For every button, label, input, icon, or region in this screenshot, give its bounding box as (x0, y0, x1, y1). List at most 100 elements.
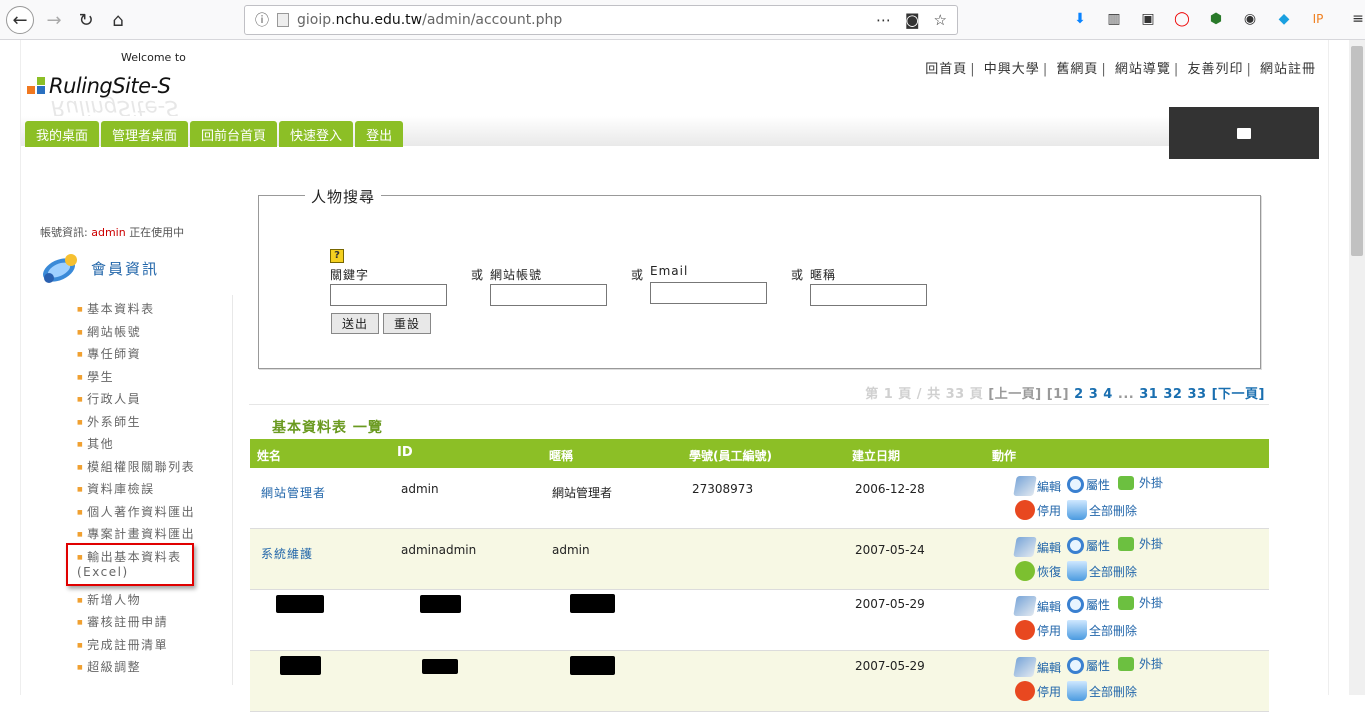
menu-quick-login[interactable]: 快速登入 (279, 121, 354, 147)
page-links[interactable]: 2 3 4 (1074, 387, 1113, 402)
properties-button[interactable]: 屬性 (1067, 476, 1110, 493)
properties-button[interactable]: 屬性 (1067, 657, 1110, 674)
pager-divider (249, 404, 1269, 405)
delete-all-button[interactable]: 全部刪除 (1067, 620, 1137, 640)
help-icon[interactable]: ? (330, 249, 344, 263)
top-link-print[interactable]: 友善列印 (1187, 62, 1243, 77)
page-scrollbar[interactable] (1349, 40, 1365, 695)
sidebar-item-super-adjust[interactable]: 超級調整 (77, 660, 195, 683)
sidebar-item-db-check[interactable]: 資料庫檢誤 (77, 482, 195, 505)
menu-admin-desktop[interactable]: 管理者桌面 (101, 121, 189, 147)
reset-button[interactable]: 重設 (383, 313, 432, 334)
sidebar-item-faculty[interactable]: 專任師資 (77, 347, 195, 370)
bookmark-star-icon[interactable]: ☆ (934, 11, 947, 29)
logo-text: RulingSite-S (49, 74, 171, 98)
ip-icon[interactable]: IP (1308, 9, 1328, 29)
nickname-input[interactable] (810, 284, 927, 306)
edit-button[interactable]: 編輯 (1013, 596, 1061, 616)
download-icon[interactable]: ⬇ (1070, 9, 1090, 29)
account-input[interactable] (490, 284, 607, 306)
sidebar-item-basic-table[interactable]: 基本資料表 (77, 302, 195, 325)
plugin-button[interactable]: 外掛 (1118, 594, 1163, 611)
info-icon[interactable]: ⓘ (255, 10, 269, 30)
restore-button[interactable]: 恢復 (1015, 561, 1061, 581)
delete-all-button[interactable]: 全部刪除 (1067, 561, 1137, 581)
edit-icon (1013, 596, 1037, 616)
row-id: adminadmin (401, 543, 477, 557)
sidebar-item-site-accounts[interactable]: 網站帳號 (77, 325, 195, 348)
pocket-icon[interactable]: ◙ (905, 11, 920, 29)
vpn-icon[interactable]: ◆ (1274, 9, 1294, 29)
sidebar-item-external[interactable]: 外系師生 (77, 415, 195, 438)
sidebar-item-publications-export[interactable]: 個人著作資料匯出 (77, 505, 195, 528)
page-links-tail[interactable]: 31 32 33 (1139, 387, 1206, 402)
email-label: Email (650, 264, 689, 278)
col-student-id[interactable]: 學號(員工編號) (689, 447, 772, 464)
extension-icon[interactable]: ◉ (1240, 9, 1260, 29)
sidebar-icon[interactable]: ▣ (1138, 9, 1158, 29)
properties-button[interactable]: 屬性 (1067, 537, 1110, 554)
properties-button[interactable]: 屬性 (1067, 596, 1110, 613)
col-nickname[interactable]: 暱稱 (549, 447, 573, 464)
menu-icon[interactable]: ≡ (1348, 9, 1365, 29)
sidebar-item-other[interactable]: 其他 (77, 437, 195, 460)
top-link-register[interactable]: 網站註冊 (1260, 62, 1316, 77)
edit-button[interactable]: 編輯 (1013, 537, 1061, 557)
site-logo[interactable]: RulingSite-S (27, 74, 171, 98)
plugin-icon (1118, 536, 1134, 551)
plugin-button[interactable]: 外掛 (1118, 655, 1163, 672)
reload-icon[interactable]: ↻ (72, 6, 100, 34)
stop-hand-icon (1015, 620, 1035, 640)
home-icon[interactable]: ⌂ (104, 6, 132, 34)
back-icon[interactable]: ← (6, 6, 34, 34)
disable-button[interactable]: 停用 (1015, 620, 1061, 640)
table-row: 2007-05-29 編輯 屬性 外掛 停用 全部刪除 (250, 651, 1269, 712)
sidebar-item-completed-registration[interactable]: 完成註冊清單 (77, 638, 195, 661)
plugin-button[interactable]: 外掛 (1118, 474, 1163, 491)
delete-all-button[interactable]: 全部刪除 (1067, 500, 1137, 520)
disable-button[interactable]: 停用 (1015, 500, 1061, 520)
check-circle-icon (1015, 561, 1035, 581)
col-name[interactable]: 姓名 (257, 447, 281, 464)
sidebar-item-staff[interactable]: 行政人員 (77, 392, 195, 415)
library-icon[interactable]: ▥ (1104, 9, 1124, 29)
opera-icon[interactable]: ◯ (1172, 9, 1192, 29)
email-input[interactable] (650, 282, 767, 304)
address-bar[interactable]: ⓘ gioip.nchu.edu.tw/admin/account.php ⋯ … (244, 5, 958, 35)
member-section-title: 會員資訊 (91, 259, 160, 278)
disable-button[interactable]: 停用 (1015, 681, 1061, 701)
plugin-button[interactable]: 外掛 (1118, 535, 1163, 552)
row-date: 2007-05-29 (855, 597, 925, 611)
member-section-header[interactable]: 會員資訊 (39, 248, 159, 288)
top-link-nchu[interactable]: 中興大學 (984, 62, 1040, 77)
menu-my-desktop[interactable]: 我的桌面 (25, 121, 100, 147)
menu-frontend-home[interactable]: 回前台首頁 (190, 121, 278, 147)
top-link-old-site[interactable]: 舊網頁 (1056, 62, 1098, 77)
url-text[interactable]: gioip.nchu.edu.tw/admin/account.php (297, 12, 562, 28)
next-page-link[interactable]: [下一頁] (1212, 387, 1265, 402)
col-created[interactable]: 建立日期 (852, 447, 900, 464)
menu-logout[interactable]: 登出 (355, 121, 404, 147)
row-name[interactable]: 系統維護 (261, 545, 313, 562)
shield-icon[interactable]: ⬢ (1206, 9, 1226, 29)
delete-all-button[interactable]: 全部刪除 (1067, 681, 1137, 701)
top-link-sitemap[interactable]: 網站導覽 (1115, 62, 1171, 77)
utility-box[interactable] (1169, 107, 1319, 159)
col-id[interactable]: ID (397, 445, 413, 460)
sidebar-item-add-person[interactable]: 新增人物 (77, 593, 195, 616)
top-link-home[interactable]: 回首頁 (925, 62, 967, 77)
forward-icon[interactable]: → (40, 6, 68, 34)
sidebar-item-students[interactable]: 學生 (77, 370, 195, 393)
sidebar-item-module-permissions[interactable]: 模組權限關聯列表 (77, 460, 195, 483)
people-table: 姓名 ID 暱稱 學號(員工編號) 建立日期 動作 網站管理者 admin 網站… (250, 439, 1269, 712)
sidebar-item-review-registration[interactable]: 審核註冊申請 (77, 615, 195, 638)
scroll-thumb[interactable] (1351, 46, 1363, 256)
edit-button[interactable]: 編輯 (1013, 657, 1061, 677)
edit-button[interactable]: 編輯 (1013, 476, 1061, 496)
more-icon[interactable]: ⋯ (876, 11, 891, 29)
prev-page-link[interactable]: [上一頁] (988, 387, 1041, 402)
submit-button[interactable]: 送出 (331, 313, 380, 334)
or-label-2: 或 (631, 268, 644, 282)
keyword-input[interactable] (330, 284, 447, 306)
row-name[interactable]: 網站管理者 (261, 484, 326, 501)
